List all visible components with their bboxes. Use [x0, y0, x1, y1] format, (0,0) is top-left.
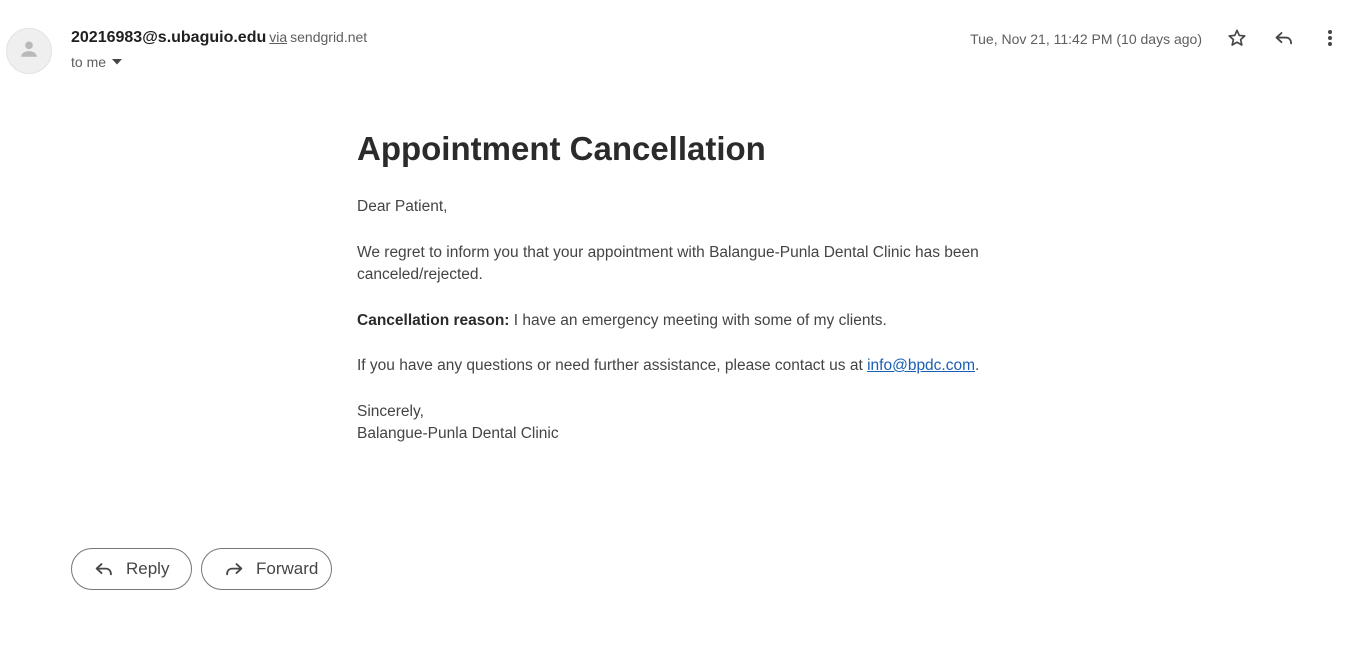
recipient-label: to me	[71, 54, 107, 70]
forward-button[interactable]: Forward	[201, 548, 332, 590]
forward-label: Forward	[256, 559, 319, 578]
email-view: 20216983@s.ubaguio.edu via sendgrid.net to…	[0, 0, 1349, 666]
closing: Sincerely, Balangue-Punla Dental Clinic	[357, 401, 997, 446]
contact-suffix: .	[975, 357, 980, 374]
forward-icon	[224, 560, 244, 578]
reply-icon-button[interactable]	[1270, 26, 1298, 54]
via-domain: sendgrid.net	[290, 29, 368, 45]
sender-avatar[interactable]	[6, 28, 52, 74]
reason-text: I have an emergency meeting with some of…	[509, 311, 887, 329]
greeting: Dear Patient,	[357, 198, 448, 215]
more-options-button[interactable]	[1316, 26, 1344, 54]
contact-paragraph: If you have any questions or need furthe…	[357, 355, 997, 378]
star-icon	[1227, 28, 1247, 53]
signature: Balangue-Punla Dental Clinic	[357, 425, 559, 442]
avatar-person-icon	[18, 38, 40, 65]
body-paragraph: We regret to inform you that your appoin…	[357, 243, 979, 284]
sender-line: 20216983@s.ubaguio.edu via sendgrid.net	[71, 29, 367, 47]
reply-icon	[94, 560, 114, 578]
email-body: Appointment Cancellation Dear Patient, W…	[357, 128, 997, 469]
via-link[interactable]: via	[269, 29, 287, 45]
star-button[interactable]	[1223, 26, 1251, 54]
closing-line: Sincerely,	[357, 402, 424, 420]
reply-button[interactable]: Reply	[71, 548, 192, 590]
reason-label: Cancellation reason:	[357, 311, 510, 329]
chevron-down-icon[interactable]	[112, 59, 123, 65]
contact-prefix: If you have any questions or need furthe…	[357, 357, 868, 374]
reply-icon	[1274, 28, 1294, 53]
email-title: Appointment Cancellation	[357, 130, 766, 167]
reply-label: Reply	[126, 559, 170, 578]
contact-email-link[interactable]: info@bpdc.com	[867, 357, 975, 374]
recipient-details[interactable]: to me	[71, 54, 123, 70]
cancellation-reason: Cancellation reason: I have an emergency…	[357, 310, 997, 333]
email-date: Tue, Nov 21, 11:42 PM (10 days ago)	[970, 31, 1202, 47]
more-vertical-icon	[1327, 29, 1333, 52]
sender-email[interactable]: 20216983@s.ubaguio.edu	[71, 29, 266, 46]
